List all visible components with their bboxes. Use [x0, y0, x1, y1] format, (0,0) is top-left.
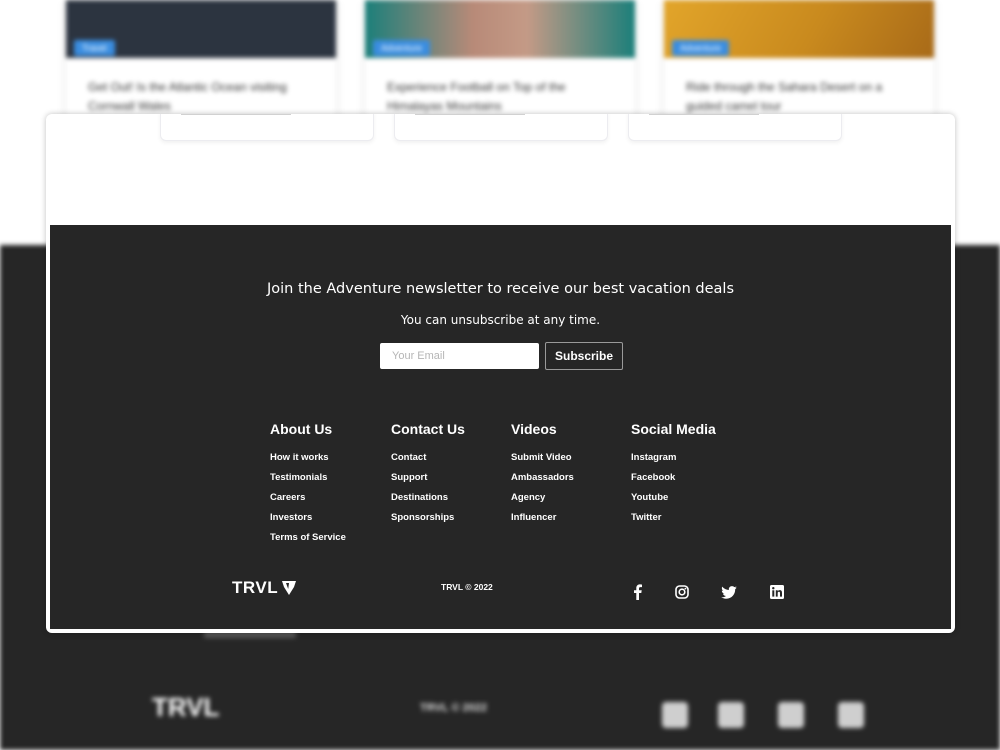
column-heading: Videos	[511, 421, 557, 437]
card-tag: Adventure	[373, 40, 431, 56]
column-heading: Contact Us	[391, 421, 465, 437]
instagram-icon[interactable]	[674, 584, 690, 600]
logo-text: TRVL	[232, 578, 279, 597]
footer-link[interactable]: Youtube	[631, 492, 668, 503]
footer-link[interactable]: Contact	[391, 452, 426, 463]
footer-link[interactable]: How it works	[270, 452, 329, 463]
background-card: Travel Get Out! Is the Atlantic Ocean vi…	[66, 0, 336, 130]
background-logo: TRVL	[152, 692, 220, 722]
footer-link[interactable]: Careers	[270, 492, 305, 503]
background-social-icon	[662, 702, 688, 728]
footer-link[interactable]: Destinations	[391, 492, 448, 503]
footer-column-social: Social Media Instagram Facebook Youtube …	[631, 421, 751, 527]
footer-link[interactable]: Submit Video	[511, 452, 572, 463]
trvl-logo[interactable]: TRVL	[232, 578, 297, 598]
footer-preview-modal: Join the Adventure newsletter to receive…	[46, 114, 955, 633]
footer-column-videos: Videos Submit Video Ambassadors Agency I…	[511, 421, 631, 527]
card-bottom-edge	[394, 114, 608, 141]
footer-link[interactable]: Investors	[270, 512, 312, 523]
card-title: Ride through the Sahara Desert on a guid…	[686, 80, 883, 113]
logo-mark-icon	[282, 581, 297, 595]
footer-link[interactable]: Influencer	[511, 512, 556, 523]
card-tag: Adventure	[672, 40, 730, 56]
twitter-icon[interactable]	[721, 584, 737, 600]
facebook-icon[interactable]	[629, 584, 645, 600]
email-input[interactable]	[380, 343, 539, 369]
column-heading: About Us	[270, 421, 333, 437]
background-social-icon	[718, 702, 744, 728]
background-card: Adventure Ride through the Sahara Desert…	[664, 0, 934, 130]
footer-link[interactable]: Facebook	[631, 472, 675, 483]
background-social-icon	[778, 702, 804, 728]
newsletter-subheading: You can unsubscribe at any time.	[400, 313, 601, 327]
subscribe-button[interactable]: Subscribe	[545, 342, 623, 370]
background-card: Adventure Experience Football on Top of …	[365, 0, 635, 130]
card-title: Get Out! Is the Atlantic Ocean visiting …	[88, 80, 287, 113]
newsletter-heading: Join the Adventure newsletter to receive…	[267, 281, 734, 297]
footer-link[interactable]: Testimonials	[270, 472, 327, 483]
footer-link[interactable]: Sponsorships	[391, 512, 454, 523]
card-tag: Travel	[74, 40, 115, 56]
copyright-text: TRVL © 2022	[441, 582, 493, 592]
card-bottom-edge	[160, 114, 374, 141]
background-copyright: TRVL © 2022	[420, 702, 488, 714]
footer-link[interactable]: Instagram	[631, 452, 676, 463]
column-heading: Social Media	[631, 421, 716, 437]
footer-link[interactable]: Support	[391, 472, 427, 483]
footer-column-contact: Contact Us Contact Support Destinations …	[391, 421, 511, 527]
site-footer: Join the Adventure newsletter to receive…	[50, 225, 951, 629]
footer-link[interactable]: Terms of Service	[270, 532, 346, 543]
linkedin-icon[interactable]	[769, 584, 785, 600]
footer-column-about: About Us How it works Testimonials Caree…	[270, 421, 390, 547]
footer-link[interactable]: Ambassadors	[511, 472, 574, 483]
footer-link[interactable]: Agency	[511, 492, 545, 503]
background-social-icon	[838, 702, 864, 728]
footer-link[interactable]: Twitter	[631, 512, 661, 523]
card-bottom-edge	[628, 114, 842, 141]
card-title: Experience Football on Top of the Himala…	[387, 80, 566, 113]
